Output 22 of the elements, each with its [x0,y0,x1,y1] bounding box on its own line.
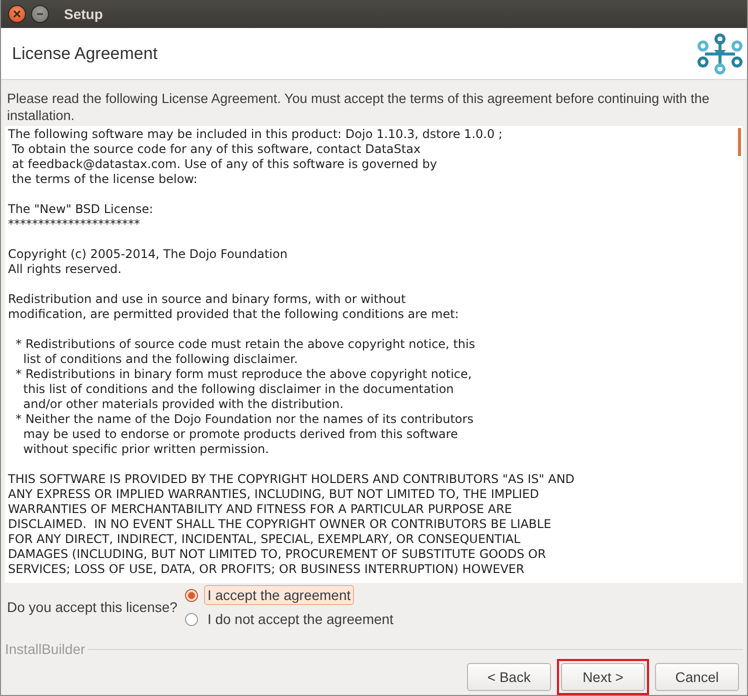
dialog-button[interactable]: < Back [467,663,551,691]
brand-label: InstallBuilder [5,641,86,657]
instructions-text: Please read the following License Agreement. You must accept the terms of this agreement before continuing with the installation. [7,90,710,124]
license-paragraph: THIS SOFTWARE IS PROVIDED BY THE COPYRIGHT HOLDERS AND CONTRIBUTORS "AS IS" AND ANY EXPRESS OR IMPLIED WARRANTIES, INCLUDING, BUT NOT LIMITED TO, THE IMPLIED WARRANTIES OF MERCHANTABILITY AND FITNESS FOR A PARTICULAR PURPOSE ARE DISCLAIMED. IN NO EVENT SHALL THE COPYRIGHT OWNER OR CONTRIBUTORS BE LIABLE FOR ANY DIRECT, INDIRECT, INCIDENTAL, SPECIAL, EXEMPLARY, OR CONSEQUENTIAL DAMAGES (INCLUDING, BUT NOT LIMITED TO, PROCUREMENT OF SUBSTITUTE GOODS OR SERVICES; LOSS OF USE, DATA, OR PROFITS; OR BUSINESS INTERRUPTION) HOWEVER [8,472,575,577]
close-button[interactable] [8,5,26,23]
radio-option[interactable]: I do not accept the agreement [185,609,396,629]
license-paragraph: Copyright (c) 2005-2014, The Dojo Foundation All rights reserved. [8,247,288,277]
license-paragraph: The following software may be included in this product: Dojo 1.10.3, dstore 1.0.0 ; To obtain the source code for any of this software, contact DataStax at feedback@datastax.com. Use of any of this software is governed by the terms of the license below: [8,127,502,187]
page-title: License Agreement [12,44,158,64]
dialog-button[interactable]: Cancel [655,663,739,691]
network-logo-icon [697,32,743,74]
dialog-button[interactable]: Next > [561,663,645,691]
license-paragraph: The "New" BSD License: ********************** [8,202,154,232]
minimize-button[interactable] [31,5,49,23]
radio-button[interactable] [185,612,198,626]
question-label: Do you accept this license? [7,599,178,615]
close-icon [12,9,22,19]
radio-button[interactable] [185,588,198,602]
license-paragraph: Redistribution and use in source and binary forms, with or without modification, are permitted provided that the following conditions are met: [8,292,459,322]
license-paragraph: * Redistributions of source code must retain the above copyright notice, this list of conditions and the following disclaimer. * Redistributions in binary form must reproduce the above copyright notice, this list of conditions and the following disclaimer in the documentation and/or other materials provided with the distribution. * Neither the name of the Dojo Foundation nor the names of its contributors may be used to endorse or promote products derived from this software without specific prior written permission. [14,337,476,457]
scrollbar-thumb[interactable] [738,128,741,156]
window-title: Setup [64,6,103,22]
